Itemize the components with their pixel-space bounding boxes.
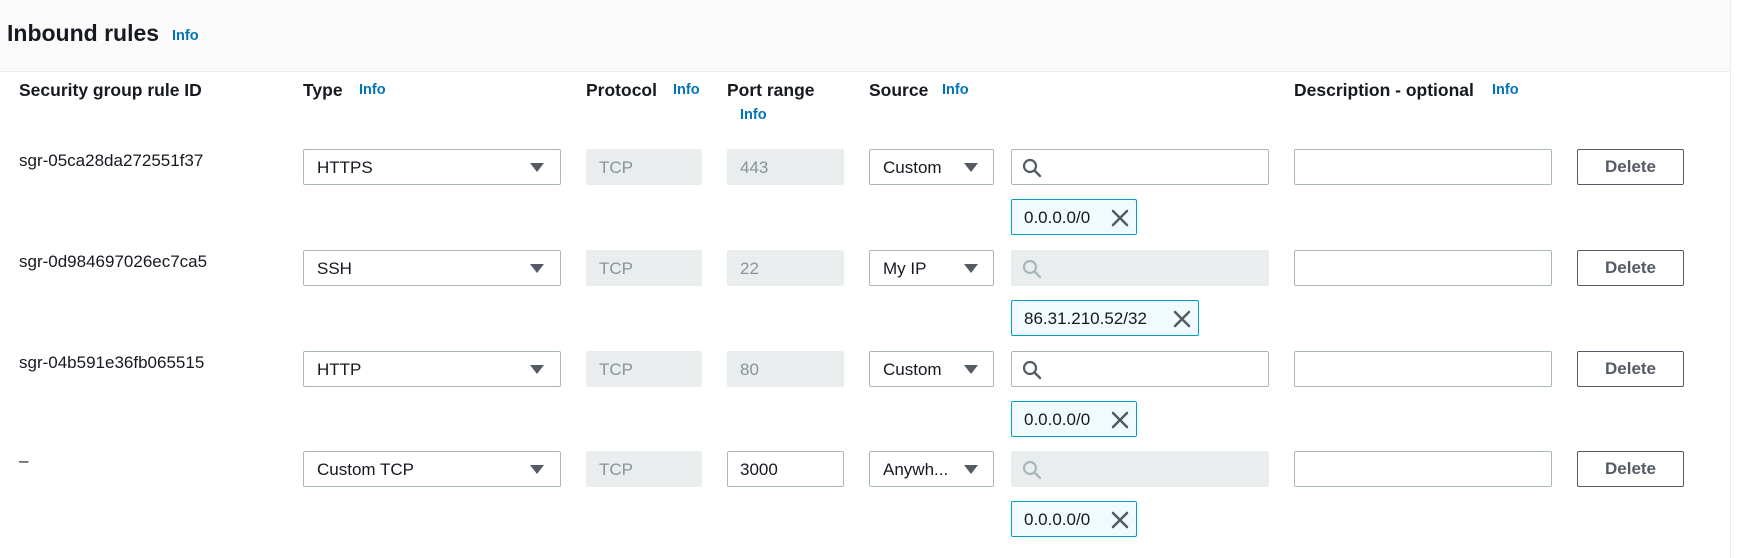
protocol-field: TCP <box>586 351 702 387</box>
source-select-value: Anywh... <box>883 460 949 479</box>
caret-down-icon <box>530 163 544 172</box>
cidr-token-value: 0.0.0.0/0 <box>1024 410 1091 429</box>
delete-rule-button[interactable]: Delete <box>1577 149 1684 185</box>
source-cidr-search[interactable] <box>1011 149 1269 185</box>
port-range-value: 22 <box>740 259 759 278</box>
rule-id: sgr-05ca28da272551f37 <box>19 151 204 170</box>
protocol-value: TCP <box>599 158 633 177</box>
protocol-field: TCP <box>586 451 702 487</box>
protocol-field: TCP <box>586 149 702 185</box>
type-select-value: Custom TCP <box>317 460 414 479</box>
description-input[interactable] <box>1294 149 1552 185</box>
search-icon <box>1022 158 1042 178</box>
description-input[interactable] <box>1294 250 1552 286</box>
close-icon[interactable] <box>1111 209 1129 227</box>
caret-down-icon <box>530 264 544 273</box>
port-range-field: 443 <box>727 149 844 185</box>
cidr-token: 0.0.0.0/0 <box>1011 501 1137 537</box>
search-icon <box>1022 360 1042 380</box>
source-cidr-search <box>1011 451 1269 487</box>
source-info-link[interactable]: Info <box>942 82 969 98</box>
cidr-token: 0.0.0.0/0 <box>1011 199 1137 235</box>
delete-rule-button[interactable]: Delete <box>1577 351 1684 387</box>
description-info-link[interactable]: Info <box>1492 82 1519 98</box>
close-icon[interactable] <box>1111 411 1129 429</box>
type-select[interactable]: SSH <box>303 250 561 286</box>
port-range-input[interactable]: 3000 <box>727 451 844 487</box>
port-range-value: 443 <box>740 158 769 177</box>
source-cidr-search[interactable] <box>1011 351 1269 387</box>
description-input[interactable] <box>1294 451 1552 487</box>
caret-down-icon <box>530 365 544 374</box>
rule-id: sgr-0d984697026ec7ca5 <box>19 252 208 271</box>
delete-rule-button[interactable]: Delete <box>1577 250 1684 286</box>
close-icon[interactable] <box>1173 310 1191 328</box>
type-select-value: HTTP <box>317 360 362 379</box>
type-select-value: SSH <box>317 259 352 278</box>
caret-down-icon <box>530 465 544 474</box>
close-icon[interactable] <box>1111 511 1129 529</box>
col-rule-id: Security group rule ID <box>19 80 202 100</box>
cidr-token-value: 0.0.0.0/0 <box>1024 510 1091 529</box>
protocol-value: TCP <box>599 259 633 278</box>
description-input[interactable] <box>1294 351 1552 387</box>
port-range-field: 22 <box>727 250 844 286</box>
port-range-field: 80 <box>727 351 844 387</box>
source-select[interactable]: My IP <box>869 250 994 286</box>
protocol-value: TCP <box>599 460 633 479</box>
source-select-value: My IP <box>883 259 927 278</box>
port-range-value: 3000 <box>740 460 778 479</box>
caret-down-icon <box>964 365 978 374</box>
type-select[interactable]: HTTP <box>303 351 561 387</box>
source-select[interactable]: Custom <box>869 149 994 185</box>
col-protocol: Protocol <box>586 80 657 100</box>
caret-down-icon <box>964 465 978 474</box>
search-icon <box>1022 259 1042 279</box>
rule-id: sgr-04b591e36fb065515 <box>19 353 205 372</box>
col-type: Type <box>303 80 343 100</box>
type-select[interactable]: HTTPS <box>303 149 561 185</box>
section-header <box>0 0 1730 72</box>
type-select[interactable]: Custom TCP <box>303 451 561 487</box>
port-range-info-link[interactable]: Info <box>740 107 767 123</box>
section-title: Inbound rules <box>7 20 160 46</box>
caret-down-icon <box>964 264 978 273</box>
source-select[interactable]: Custom <box>869 351 994 387</box>
protocol-field: TCP <box>586 250 702 286</box>
source-select[interactable]: Anywh... <box>869 451 994 487</box>
protocol-value: TCP <box>599 360 633 379</box>
col-port-range: Port range <box>727 80 815 100</box>
source-cidr-search <box>1011 250 1269 286</box>
cidr-token: 0.0.0.0/0 <box>1011 401 1137 437</box>
col-source: Source <box>869 80 929 100</box>
panel-border <box>1730 0 1731 558</box>
protocol-info-link[interactable]: Info <box>673 82 700 98</box>
caret-down-icon <box>964 163 978 172</box>
section-info-link[interactable]: Info <box>172 28 199 44</box>
port-range-value: 80 <box>740 360 759 379</box>
type-info-link[interactable]: Info <box>359 82 386 98</box>
type-select-value: HTTPS <box>317 158 373 177</box>
rule-id: – <box>19 451 29 470</box>
delete-rule-button[interactable]: Delete <box>1577 451 1684 487</box>
cidr-token-value: 86.31.210.52/32 <box>1024 309 1147 328</box>
search-icon <box>1022 460 1042 480</box>
source-select-value: Custom <box>883 158 942 177</box>
cidr-token: 86.31.210.52/32 <box>1011 300 1199 336</box>
col-description: Description - optional <box>1294 80 1474 100</box>
source-select-value: Custom <box>883 360 942 379</box>
cidr-token-value: 0.0.0.0/0 <box>1024 208 1091 227</box>
